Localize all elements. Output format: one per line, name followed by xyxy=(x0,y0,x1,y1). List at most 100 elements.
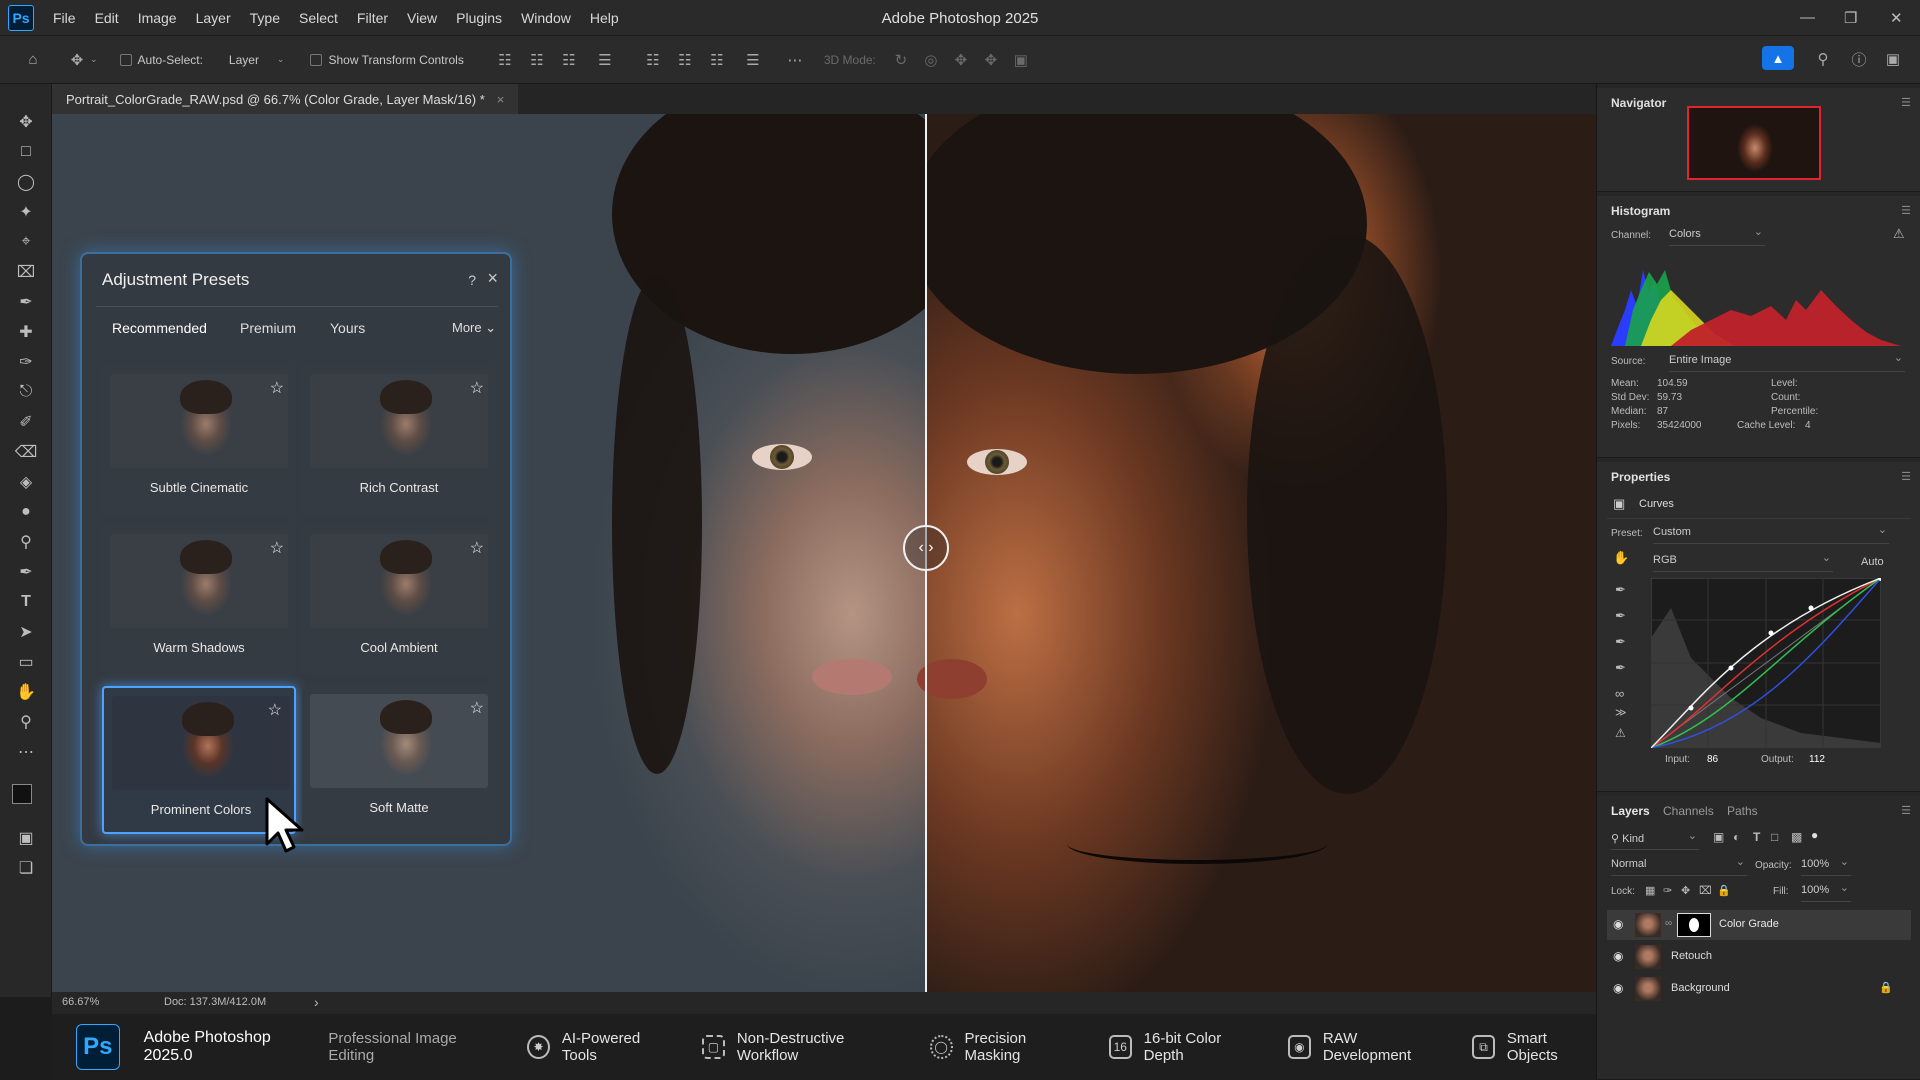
layer-name[interactable]: Retouch xyxy=(1671,950,1712,962)
layer-name[interactable]: Color Grade xyxy=(1719,918,1779,930)
preset-card[interactable]: ☆ Warm Shadows xyxy=(102,526,296,674)
tab-paths[interactable]: Paths xyxy=(1727,804,1758,818)
blur-tool-icon[interactable]: ● xyxy=(14,500,38,524)
zoom-tool-icon[interactable]: ⚲ xyxy=(14,710,38,734)
favorite-star-icon[interactable]: ☆ xyxy=(470,378,484,398)
favorite-star-icon[interactable]: ☆ xyxy=(270,378,284,398)
tab-recommended[interactable]: Recommended xyxy=(112,320,207,336)
filter-smart-object-icon[interactable]: ▩ xyxy=(1791,830,1802,844)
opacity-value[interactable]: 100% xyxy=(1801,855,1851,876)
targeted-adjustment-icon[interactable]: ✋ xyxy=(1613,550,1629,566)
align-bottom-icon[interactable]: ☷ xyxy=(706,49,728,71)
filter-adjustment-icon[interactable]: ◐ xyxy=(1733,830,1740,844)
layer-row[interactable]: ◉ Retouch xyxy=(1607,942,1911,972)
lock-transparent-icon[interactable]: ▦ xyxy=(1645,884,1655,897)
visibility-eye-icon[interactable]: ◉ xyxy=(1613,981,1623,995)
distribute-icon[interactable]: ☰ xyxy=(594,49,616,71)
close-icon[interactable]: × xyxy=(487,268,498,289)
channel-dropdown[interactable]: Colors xyxy=(1669,225,1765,246)
menu-layer[interactable]: Layer xyxy=(196,10,231,26)
align-left-icon[interactable]: ☷ xyxy=(494,49,516,71)
foreground-color-swatch[interactable] xyxy=(12,784,32,804)
curve-pencil-icon[interactable]: ∞ xyxy=(1615,686,1624,701)
quick-select-tool-icon[interactable]: ✦ xyxy=(14,200,38,224)
warning-icon[interactable]: ⚠ xyxy=(1893,226,1905,242)
favorite-star-icon[interactable]: ☆ xyxy=(470,698,484,718)
more-tools-icon[interactable]: ⋯ xyxy=(14,740,38,764)
menu-help[interactable]: Help xyxy=(590,10,619,26)
filter-toggle-icon[interactable]: ● xyxy=(1811,828,1818,842)
close-window-icon[interactable]: ✕ xyxy=(1890,9,1903,27)
tab-yours[interactable]: Yours xyxy=(330,320,365,336)
output-value[interactable]: 112 xyxy=(1809,754,1825,765)
align-center-icon[interactable]: ☷ xyxy=(526,49,548,71)
help-icon[interactable]: ⓘ xyxy=(1848,48,1870,70)
auto-select-checkbox[interactable]: Auto-Select: xyxy=(119,52,203,67)
preset-dropdown[interactable]: Custom xyxy=(1653,523,1889,544)
history-brush-tool-icon[interactable]: ✐ xyxy=(14,410,38,434)
menu-view[interactable]: View xyxy=(407,10,437,26)
pen-tool-icon[interactable]: ✒ xyxy=(14,560,38,584)
chain-link-icon[interactable]: ∞ xyxy=(1665,918,1672,929)
close-tab-icon[interactable]: × xyxy=(497,92,505,107)
layer-row[interactable]: ◉ Background 🔒 xyxy=(1607,974,1911,1004)
lasso-tool-icon[interactable]: ◯ xyxy=(14,170,38,194)
panel-menu-icon[interactable]: ☰ xyxy=(1901,204,1911,217)
eyedropper-black-icon[interactable]: ✒ xyxy=(1615,582,1626,598)
navigator-preview[interactable] xyxy=(1687,106,1821,180)
frame-tool-icon[interactable]: ⌧ xyxy=(14,260,38,284)
filter-type-icon[interactable]: T xyxy=(1753,830,1760,844)
distribute-vertical-icon[interactable]: ☰ xyxy=(742,49,764,71)
more-options-icon[interactable]: ⋯ xyxy=(784,49,806,71)
status-expand-icon[interactable]: › xyxy=(314,994,319,1010)
panel-menu-icon[interactable]: ☰ xyxy=(1901,470,1911,483)
panel-menu-icon[interactable]: ☰ xyxy=(1901,96,1911,109)
filter-pixel-icon[interactable]: ▣ xyxy=(1713,830,1724,844)
home-icon[interactable]: ⌂ xyxy=(22,49,44,71)
smooth-icon[interactable]: ≫ xyxy=(1615,706,1627,719)
layer-mask-thumbnail[interactable] xyxy=(1677,913,1711,937)
filter-shape-icon[interactable]: □ xyxy=(1771,830,1778,844)
menu-file[interactable]: File xyxy=(53,10,76,26)
workspace-icon[interactable]: ▣ xyxy=(1882,48,1904,70)
preset-card[interactable]: ☆ Rich Contrast xyxy=(302,366,496,514)
clone-stamp-tool-icon[interactable]: ⎋ xyxy=(14,380,38,404)
lock-artboard-icon[interactable]: ⌧ xyxy=(1699,884,1712,897)
restore-icon[interactable]: ❐ xyxy=(1844,9,1857,27)
eyedropper-gray-icon[interactable]: ✒ xyxy=(1615,608,1626,624)
align-top-icon[interactable]: ☷ xyxy=(642,49,664,71)
dodge-tool-icon[interactable]: ⚲ xyxy=(14,530,38,554)
tab-channels[interactable]: Channels xyxy=(1663,804,1714,818)
curves-graph[interactable] xyxy=(1651,578,1881,748)
healing-brush-tool-icon[interactable]: ✚ xyxy=(14,320,38,344)
share-bell-icon[interactable]: ▲ xyxy=(1762,46,1794,70)
tab-layers[interactable]: Layers xyxy=(1611,804,1650,818)
split-drag-handle-icon[interactable]: ‹ › xyxy=(903,525,949,571)
align-right-icon[interactable]: ☷ xyxy=(558,49,580,71)
path-selection-tool-icon[interactable]: ➤ xyxy=(14,620,38,644)
visibility-eye-icon[interactable]: ◉ xyxy=(1613,917,1623,931)
menu-edit[interactable]: Edit xyxy=(95,10,119,26)
brush-tool-icon[interactable]: ✑ xyxy=(14,350,38,374)
lock-all-icon[interactable]: 🔒 xyxy=(1717,884,1731,897)
eyedropper-white-icon[interactable]: ✒ xyxy=(1615,634,1626,650)
search-icon[interactable]: ⚲ xyxy=(1812,48,1834,70)
fill-value[interactable]: 100% xyxy=(1801,881,1851,902)
layer-name[interactable]: Background xyxy=(1671,982,1730,994)
layer-row-selected[interactable]: ◉ ∞ Color Grade xyxy=(1607,910,1911,940)
photoshop-logo-icon[interactable]: Ps xyxy=(8,4,34,31)
layer-dropdown[interactable]: Layer xyxy=(229,53,277,67)
type-tool-icon[interactable]: T xyxy=(14,590,38,614)
menu-window[interactable]: Window xyxy=(521,10,571,26)
preset-card[interactable]: ☆ Cool Ambient xyxy=(302,526,496,674)
lock-pixels-icon[interactable]: ✑ xyxy=(1663,884,1672,897)
input-value[interactable]: 86 xyxy=(1707,754,1718,765)
clipping-warning-icon[interactable]: ⚠ xyxy=(1615,726,1626,740)
rgb-channel-dropdown[interactable]: RGB xyxy=(1653,551,1833,572)
visibility-eye-icon[interactable]: ◉ xyxy=(1613,949,1623,963)
align-middle-icon[interactable]: ☷ xyxy=(674,49,696,71)
favorite-star-icon[interactable]: ☆ xyxy=(470,538,484,558)
auto-button[interactable]: Auto xyxy=(1861,556,1884,568)
eyedropper-tool-icon[interactable]: ✒ xyxy=(14,290,38,314)
paint-bucket-tool-icon[interactable]: ◈ xyxy=(14,470,38,494)
